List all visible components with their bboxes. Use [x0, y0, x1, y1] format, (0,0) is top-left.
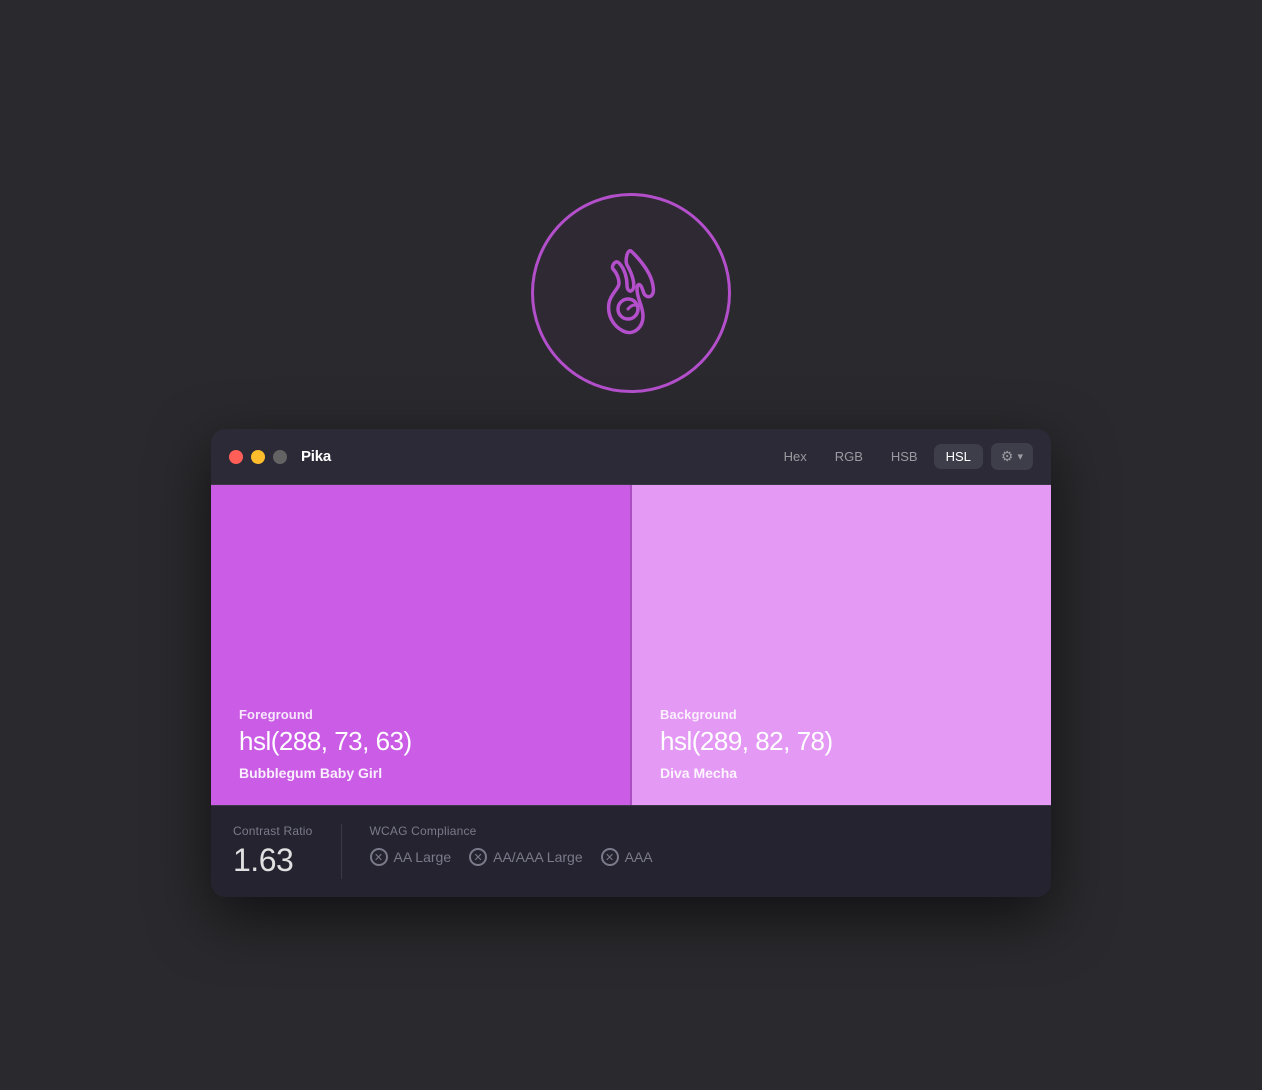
wcag-aaa-icon: ✕ [601, 848, 619, 866]
contrast-ratio-section: Contrast Ratio 1.63 [233, 824, 342, 879]
minimize-button[interactable] [251, 450, 265, 464]
tab-rgb[interactable]: RGB [823, 444, 875, 469]
wcag-badges: ✕ AA Large ✕ AA/AAA Large ✕ AAA [370, 848, 653, 866]
background-color-name: Diva Mecha [660, 765, 1023, 781]
contrast-ratio-label: Contrast Ratio [233, 824, 313, 838]
wcag-label: WCAG Compliance [370, 824, 653, 838]
background-swatch[interactable]: Background hsl(289, 82, 78) Diva Mecha [632, 485, 1051, 805]
tab-hsl[interactable]: HSL [934, 444, 983, 469]
wcag-aaa: ✕ AAA [601, 848, 653, 866]
app-icon-circle [531, 193, 731, 393]
wcag-aa-large-icon: ✕ [370, 848, 388, 866]
tab-hex[interactable]: Hex [772, 444, 819, 469]
titlebar: Pika Hex RGB HSB HSL ⚙ ▾ [211, 429, 1051, 485]
format-tabs: Hex RGB HSB HSL [772, 444, 983, 469]
color-swatches: Foreground hsl(288, 73, 63) Bubblegum Ba… [211, 485, 1051, 805]
app-icon-container [531, 193, 731, 393]
window-title: Pika [301, 448, 772, 465]
gear-icon: ⚙ [1001, 448, 1014, 465]
traffic-lights [229, 450, 287, 464]
wcag-aa-aaa-large-label: AA/AAA Large [493, 849, 583, 865]
foreground-label: Foreground [239, 707, 602, 722]
wcag-aa-large-label: AA Large [394, 849, 452, 865]
contrast-ratio-value: 1.63 [233, 842, 313, 879]
wcag-aa-aaa-large: ✕ AA/AAA Large [469, 848, 583, 866]
wcag-section: WCAG Compliance ✕ AA Large ✕ AA/AAA Larg… [370, 824, 653, 866]
foreground-color-name: Bubblegum Baby Girl [239, 765, 602, 781]
flame-icon [581, 241, 681, 346]
background-label: Background [660, 707, 1023, 722]
wcag-aaa-label: AAA [625, 849, 653, 865]
zoom-button[interactable] [273, 450, 287, 464]
foreground-value: hsl(288, 73, 63) [239, 726, 602, 757]
chevron-down-icon: ▾ [1017, 450, 1023, 463]
settings-button[interactable]: ⚙ ▾ [991, 443, 1033, 470]
close-button[interactable] [229, 450, 243, 464]
contrast-bar: Contrast Ratio 1.63 WCAG Compliance ✕ AA… [211, 805, 1051, 897]
wcag-aa-aaa-large-icon: ✕ [469, 848, 487, 866]
wcag-aa-large: ✕ AA Large [370, 848, 452, 866]
tab-hsb[interactable]: HSB [879, 444, 930, 469]
app-window: Pika Hex RGB HSB HSL ⚙ ▾ Foreground hsl(… [211, 429, 1051, 897]
background-value: hsl(289, 82, 78) [660, 726, 1023, 757]
foreground-swatch[interactable]: Foreground hsl(288, 73, 63) Bubblegum Ba… [211, 485, 632, 805]
